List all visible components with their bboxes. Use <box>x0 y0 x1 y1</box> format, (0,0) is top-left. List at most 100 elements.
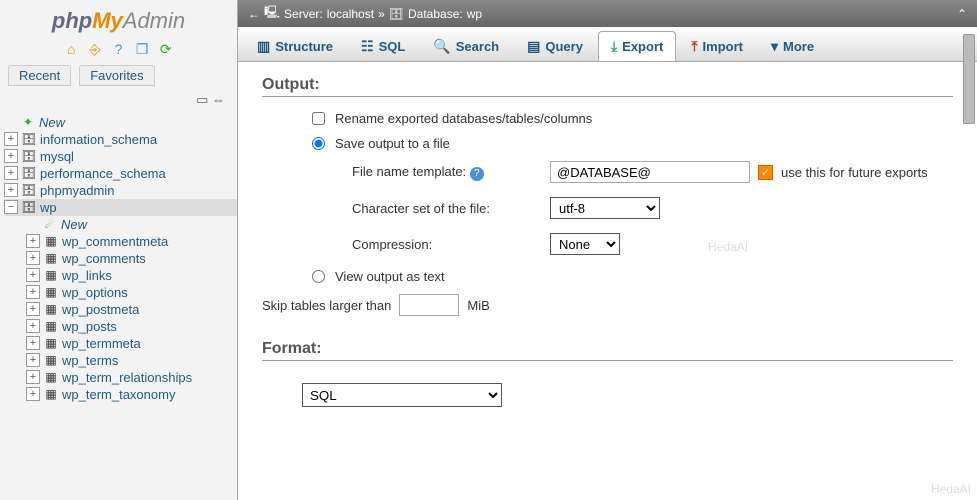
tree-table-item[interactable]: ▦wp_termmeta <box>22 335 237 352</box>
scrollbar-thumb[interactable] <box>963 34 975 124</box>
tree-table-item[interactable]: ▦wp_postmeta <box>22 301 237 318</box>
recent-tab[interactable]: Recent <box>8 65 71 86</box>
table-icon: ▦ <box>43 353 59 367</box>
scrollbar[interactable] <box>963 24 975 498</box>
tab-sql[interactable]: ☷SQL <box>348 31 418 61</box>
table-icon: ▦ <box>43 268 59 282</box>
help-icon[interactable]: ? <box>470 167 484 181</box>
tree-db-item[interactable]: 🗄mysql <box>4 148 237 165</box>
logo-php: php <box>52 8 92 33</box>
search-icon: 🔍 <box>433 38 450 55</box>
expand-icon[interactable] <box>4 149 18 163</box>
expand-icon[interactable] <box>26 234 40 248</box>
use-future-label: use this for future exports <box>781 165 928 180</box>
breadcrumb-db[interactable]: wp <box>467 7 482 21</box>
db-icon: 🗄 <box>21 149 37 163</box>
help-icon[interactable]: ? <box>111 41 127 57</box>
tree-table-item[interactable]: ▦wp_options <box>22 284 237 301</box>
expand-icon[interactable] <box>26 336 40 350</box>
expand-icon[interactable] <box>26 387 40 401</box>
docs-icon[interactable]: ❐ <box>134 41 150 57</box>
compression-label: Compression: <box>352 237 542 252</box>
tree-db-item[interactable]: 🗄phpmyadmin <box>4 182 237 199</box>
db-icon: 🗄 <box>21 183 37 197</box>
sidebar-toolbar: ⌂ ⎆ ? ❐ ⟳ <box>0 36 237 61</box>
compression-select[interactable]: None <box>550 233 620 255</box>
tab-search[interactable]: 🔍Search <box>420 31 512 61</box>
expand-icon[interactable] <box>26 285 40 299</box>
home-icon[interactable]: ⌂ <box>63 41 79 57</box>
expand-icon[interactable] <box>26 319 40 333</box>
expand-icon[interactable] <box>26 251 40 265</box>
collapse-icon[interactable] <box>4 200 18 214</box>
view-text-option[interactable]: View output as text <box>312 269 953 284</box>
tree-db-item[interactable]: 🗄performance_schema <box>4 165 237 182</box>
charset-label: Character set of the file: <box>352 201 542 216</box>
table-icon: ▦ <box>43 302 59 316</box>
skip-tables-label: Skip tables larger than <box>262 298 391 313</box>
expand-icon[interactable] <box>4 183 18 197</box>
skip-tables-unit: MiB <box>467 298 489 313</box>
expand-icon[interactable] <box>4 166 18 180</box>
tab-structure[interactable]: ▥Structure <box>244 31 346 61</box>
export-icon: ⤓ <box>611 38 617 55</box>
expand-icon[interactable] <box>26 302 40 316</box>
tree-table-item[interactable]: ▦wp_term_relationships <box>22 369 237 386</box>
import-icon: ⤒ <box>691 38 697 55</box>
rename-option[interactable]: Rename exported databases/tables/columns <box>312 111 953 126</box>
skip-tables-input[interactable] <box>399 294 459 316</box>
tree-table-item[interactable]: ▦wp_links <box>22 267 237 284</box>
main-panel: ← 🖳 Server: localhost » 🗄 Database: wp ⌃… <box>238 0 977 500</box>
tab-query[interactable]: ▤Query <box>514 31 596 61</box>
sql-icon: ☷ <box>361 38 374 55</box>
tree-db-wp[interactable]: 🗄wp <box>4 199 237 216</box>
favorites-tab[interactable]: Favorites <box>79 65 154 86</box>
db-icon: 🗄 <box>21 200 37 214</box>
collapse-up-icon[interactable]: ⌃ <box>957 7 967 21</box>
tab-more[interactable]: ▾More <box>758 31 827 61</box>
format-heading: Format: <box>262 340 953 361</box>
expand-icon[interactable] <box>26 268 40 282</box>
table-icon: ▦ <box>43 251 59 265</box>
breadcrumb-server-label: Server: <box>284 7 323 21</box>
save-file-option[interactable]: Save output to a file <box>312 136 953 151</box>
chevron-down-icon: ▾ <box>771 38 778 55</box>
expand-icon[interactable] <box>4 132 18 146</box>
use-future-checkbox[interactable]: ✓ <box>758 165 773 180</box>
charset-select[interactable]: utf-8 <box>550 197 660 219</box>
nav-back-icon[interactable]: ← <box>248 7 260 21</box>
format-select[interactable]: SQL <box>302 383 502 407</box>
server-icon: 🖳 <box>264 3 280 24</box>
breadcrumb-db-label: Database: <box>408 7 463 21</box>
tree-new-table[interactable]: ☄New <box>22 216 237 233</box>
logo-admin: Admin <box>123 8 185 33</box>
tree-db-item[interactable]: 🗄information_schema <box>4 131 237 148</box>
logout-icon[interactable]: ⎆ <box>87 41 103 57</box>
rename-checkbox[interactable] <box>312 112 325 125</box>
tree-collapse-controls[interactable]: ▭ ⇔ <box>0 90 237 110</box>
breadcrumb-server[interactable]: localhost <box>327 7 374 21</box>
tree-table-item[interactable]: ▦wp_comments <box>22 250 237 267</box>
expand-icon[interactable] <box>26 353 40 367</box>
sidebar: phpMyAdmin ⌂ ⎆ ? ❐ ⟳ Recent Favorites ▭ … <box>0 0 238 500</box>
tree-table-item[interactable]: ▦wp_posts <box>22 318 237 335</box>
logo-my: My <box>92 8 123 33</box>
tree-table-item[interactable]: ▦wp_term_taxonomy <box>22 386 237 403</box>
filename-template-input[interactable] <box>550 161 750 183</box>
view-text-radio[interactable] <box>312 270 325 283</box>
tree-table-item[interactable]: ▦wp_terms <box>22 352 237 369</box>
tab-bar: ▥Structure ☷SQL 🔍Search ▤Query ⤓Export ⤒… <box>238 27 977 62</box>
tree-table-item[interactable]: ▦wp_commentmeta <box>22 233 237 250</box>
export-content: Output: Rename exported databases/tables… <box>238 62 977 500</box>
logo[interactable]: phpMyAdmin <box>0 0 237 36</box>
view-text-label: View output as text <box>335 269 445 284</box>
reload-icon[interactable]: ⟳ <box>158 41 174 57</box>
save-file-radio[interactable] <box>312 137 325 150</box>
table-icon: ▦ <box>43 234 59 248</box>
tree-new-db[interactable]: ✦New <box>4 114 237 131</box>
new-icon: ✦ <box>20 115 36 129</box>
tab-import[interactable]: ⤒Import <box>678 31 756 61</box>
expand-icon[interactable] <box>26 370 40 384</box>
db-tree: ✦New 🗄information_schema 🗄mysql 🗄perform… <box>0 110 237 500</box>
tab-export[interactable]: ⤓Export <box>598 31 676 61</box>
